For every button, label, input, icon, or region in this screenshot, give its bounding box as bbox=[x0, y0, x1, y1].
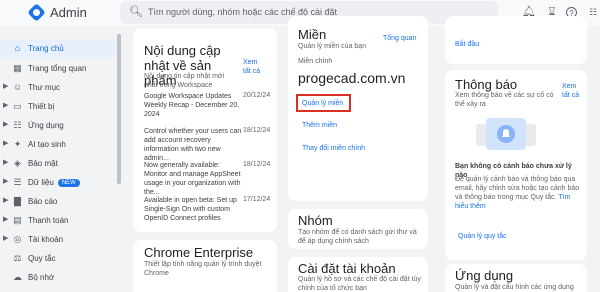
sidebar-item-label: Trang chủ bbox=[28, 44, 64, 53]
news-item-date: 18/12/24 bbox=[243, 161, 271, 168]
domain-card-subtitle: Quản lý miền của bạn bbox=[298, 43, 367, 50]
person-icon: ☺ bbox=[12, 82, 23, 92]
view-all-alerts-link[interactable]: Xem tất cả bbox=[562, 82, 584, 100]
news-item-date: 20/12/24 bbox=[243, 92, 271, 99]
sidebar-item-devices[interactable]: ▶ ▭ Thiết bị bbox=[0, 98, 118, 116]
sidebar-item-data[interactable]: ▶ ☰ Dữ liệu NEW bbox=[0, 174, 118, 192]
sidebar-item-directory[interactable]: ▶ ☺ Thư mục bbox=[0, 79, 118, 97]
no-alerts-body: Để quản lý cảnh báo và thông báo qua ema… bbox=[455, 175, 583, 211]
caret-right-icon[interactable]: ▶ bbox=[3, 215, 8, 223]
caret-right-icon[interactable]: ▶ bbox=[3, 158, 8, 166]
apps-card-title: Ứng dụng bbox=[455, 268, 514, 283]
sidebar-item-label-text: Dữ liệu bbox=[28, 178, 54, 187]
sidebar-item-label: Quy tắc bbox=[28, 254, 56, 263]
sparkle-icon: ✦ bbox=[13, 139, 22, 149]
data-icon: ☰ bbox=[13, 177, 22, 187]
caret-right-icon[interactable]: ▶ bbox=[3, 234, 8, 242]
chart-icon: ▇ bbox=[14, 196, 21, 206]
home-icon: ⌂ bbox=[14, 43, 21, 53]
storage-icon: ☁ bbox=[13, 272, 22, 282]
sidebar-item-rules[interactable]: ⚖ Quy tắc bbox=[0, 250, 118, 268]
add-domain-link[interactable]: Thêm miền bbox=[302, 122, 337, 129]
updates-card-subtitle: Nội dung tin cập nhật mới nhất trong Wor… bbox=[144, 73, 225, 89]
caret-right-icon[interactable]: ▶ bbox=[3, 196, 8, 204]
sidebar-item-label: Tài khoản bbox=[28, 235, 64, 244]
news-item-date: 17/12/24 bbox=[243, 196, 271, 203]
sidebar-item-label: Thư mục bbox=[28, 83, 61, 92]
devices-icon: ▭ bbox=[13, 101, 22, 111]
get-started-link[interactable]: Bắt đầu bbox=[455, 41, 479, 48]
admin-logo-icon[interactable] bbox=[27, 3, 46, 22]
account-settings-subtitle: Quản lý hồ sơ và các chế độ cài đặt tùy … bbox=[298, 276, 421, 292]
change-primary-domain-link[interactable]: Thay đổi miền chính bbox=[302, 145, 365, 152]
alerts-card-subtitle: Xem thông báo về các sự cố có thể xảy ra bbox=[455, 92, 554, 108]
sidebar-item-label: Báo cáo bbox=[28, 197, 58, 206]
dashboard-icon: ▦ bbox=[13, 63, 22, 73]
sidebar-item-reports[interactable]: ▶ ▇ Báo cáo bbox=[0, 193, 118, 211]
sidebar-item-label: Thanh toán bbox=[28, 216, 69, 225]
news-item-date: 18/12/24 bbox=[243, 127, 271, 134]
sidebar-scrollbar[interactable] bbox=[117, 34, 121, 184]
sidebar-item-storage[interactable]: ☁ Bộ nhớ bbox=[0, 269, 118, 287]
caret-right-icon[interactable]: ▶ bbox=[3, 82, 8, 90]
groups-card-title: Nhóm bbox=[298, 213, 333, 228]
sidebar-item-label: Dữ liệu NEW bbox=[28, 178, 80, 187]
sidebar: ⌂ Trang chủ ▦ Trang tổng quan ▶ ☺ Thư mụ… bbox=[0, 36, 124, 292]
sidebar-item-billing[interactable]: ▶ ▤ Thanh toán bbox=[0, 212, 118, 230]
apps-card-subtitle: Quản lý và đặt cấu hình các ứng dụng cho… bbox=[455, 284, 574, 291]
app-title[interactable]: Admin bbox=[50, 5, 87, 20]
account-icon: ◎ bbox=[13, 234, 22, 244]
rules-icon: ⚖ bbox=[13, 253, 22, 263]
account-settings-title: Cài đặt tài khoản bbox=[298, 261, 396, 276]
caret-right-icon[interactable]: ▶ bbox=[3, 177, 8, 185]
shield-icon: ◈ bbox=[14, 158, 21, 168]
apps-icon[interactable]: ☷ bbox=[586, 5, 600, 19]
alerts-card-title: Thông báo bbox=[455, 77, 518, 92]
primary-domain-value: progecad.com.vn bbox=[298, 70, 406, 86]
news-item-text[interactable]: Google Workspace Updates Weekly Recap - … bbox=[144, 92, 244, 119]
new-badge: NEW bbox=[57, 179, 80, 187]
sidebar-item-label: Bộ nhớ bbox=[28, 273, 55, 282]
news-item-text[interactable]: Now generally available: Monitor and man… bbox=[144, 161, 244, 197]
view-all-updates-link[interactable]: Xem tất cả bbox=[243, 58, 265, 76]
sidebar-item-security[interactable]: ▶ ◈ Bảo mật bbox=[0, 155, 118, 173]
getting-started-card bbox=[445, 16, 587, 64]
sidebar-item-account[interactable]: ▶ ◎ Tài khoản bbox=[0, 231, 118, 249]
chrome-card-subtitle: Thiết lập tính năng quản lý trình duyệt … bbox=[144, 261, 262, 277]
news-item-text[interactable]: Control whether your users can add accou… bbox=[144, 127, 244, 163]
news-item-text[interactable]: Available in open beta: Set up Single-Si… bbox=[144, 196, 244, 223]
search-icon: 🔍︎ bbox=[129, 6, 143, 18]
sidebar-item-label: Ứng dụng bbox=[28, 121, 64, 130]
sidebar-item-label: AI tạo sinh bbox=[28, 140, 66, 149]
sidebar-item-apps[interactable]: ▶ ☷ Ứng dụng bbox=[0, 117, 118, 135]
caret-right-icon[interactable]: ▶ bbox=[3, 101, 8, 109]
apps-icon: ☷ bbox=[13, 120, 22, 130]
sidebar-item-home[interactable]: ⌂ Trang chủ bbox=[0, 40, 118, 58]
domain-overview-link[interactable]: Tổng quan bbox=[383, 35, 416, 42]
billing-icon: ▤ bbox=[13, 215, 22, 225]
sidebar-item-label: Thiết bị bbox=[28, 102, 55, 111]
chrome-card-title: Chrome Enterprise bbox=[144, 245, 254, 260]
manage-domains-link[interactable]: Quản lý miền bbox=[302, 100, 343, 107]
sidebar-item-dashboard[interactable]: ▦ Trang tổng quan bbox=[0, 60, 118, 78]
caret-right-icon[interactable]: ▶ bbox=[3, 120, 8, 128]
sidebar-item-generative-ai[interactable]: ▶ ✦ AI tạo sinh bbox=[0, 136, 118, 154]
manage-rules-link[interactable]: Quản lý quy tắc bbox=[458, 233, 507, 240]
caret-right-icon[interactable]: ▶ bbox=[3, 139, 8, 147]
sidebar-item-label: Trang tổng quan bbox=[28, 64, 87, 73]
alerts-illustration bbox=[476, 118, 536, 150]
groups-card-subtitle: Tạo nhóm để có danh sách gửi thư và để á… bbox=[298, 229, 417, 245]
primary-domain-label: Miền chính bbox=[298, 58, 333, 65]
sidebar-item-label: Bảo mật bbox=[28, 159, 58, 168]
domain-card-title: Miền bbox=[298, 27, 327, 42]
